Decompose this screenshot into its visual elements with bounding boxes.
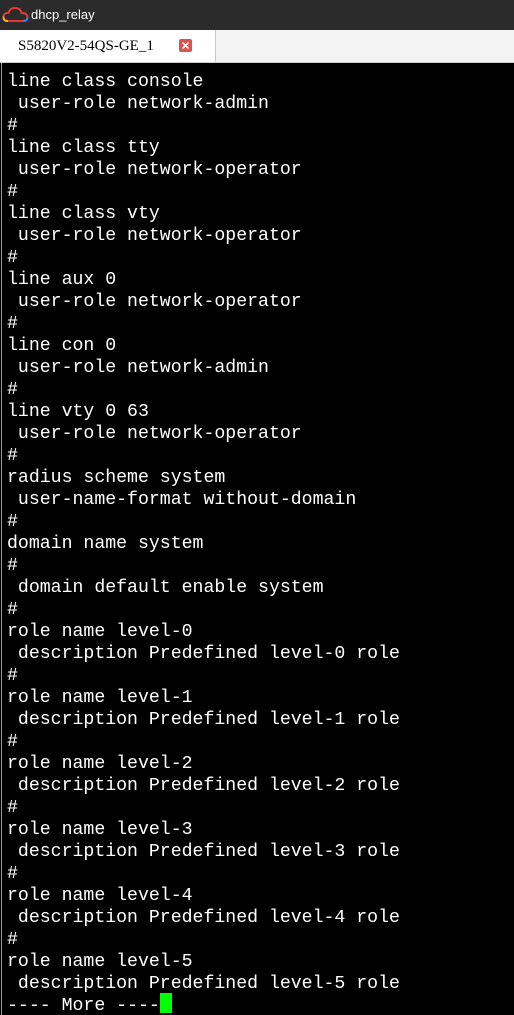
terminal-line: role name level-5: [7, 952, 193, 972]
terminal-line: line con 0: [7, 336, 117, 356]
terminal-line: role name level-4: [7, 886, 193, 906]
terminal-line: line aux 0: [7, 270, 117, 290]
terminal-window: dhcp_relay S5820V2-54QS-GE_1 line class …: [0, 0, 514, 1015]
title-bar: dhcp_relay: [0, 0, 514, 30]
terminal-line: radius scheme system: [7, 468, 226, 488]
terminal-line: user-role network-admin: [7, 94, 269, 114]
terminal-line: #: [7, 666, 18, 686]
more-prompt-line: ---- More ----: [7, 993, 172, 1015]
terminal-line: line vty 0 63: [7, 402, 149, 422]
terminal-line: #: [7, 864, 18, 884]
terminal-line: user-role network-admin: [7, 358, 269, 378]
window-title: dhcp_relay: [31, 7, 95, 22]
terminal-line: description Predefined level-0 role: [7, 644, 400, 664]
terminal-line: #: [7, 512, 18, 532]
more-prompt: ---- More ----: [7, 996, 160, 1015]
terminal-line: #: [7, 930, 18, 950]
terminal-line: description Predefined level-1 role: [7, 710, 400, 730]
terminal-line: #: [7, 116, 18, 136]
cloud-icon: [2, 5, 30, 25]
terminal-line: role name level-3: [7, 820, 193, 840]
terminal-line: role name level-1: [7, 688, 193, 708]
terminal-line: user-role network-operator: [7, 160, 302, 180]
terminal-line: line class tty: [7, 138, 160, 158]
terminal-output[interactable]: line class console user-role network-adm…: [1, 63, 513, 1015]
terminal-line: line class console: [7, 72, 204, 92]
tab-bar: S5820V2-54QS-GE_1: [0, 30, 514, 63]
terminal-line: description Predefined level-3 role: [7, 842, 400, 862]
terminal-line: #: [7, 446, 18, 466]
terminal-line: #: [7, 380, 18, 400]
terminal-line: #: [7, 798, 18, 818]
terminal-line: #: [7, 314, 18, 334]
terminal-line: user-role network-operator: [7, 292, 302, 312]
terminal-line: #: [7, 556, 18, 576]
close-tab-icon[interactable]: [179, 39, 192, 52]
terminal-line: domain default enable system: [7, 578, 324, 598]
terminal-line: description Predefined level-2 role: [7, 776, 400, 796]
terminal-line: #: [7, 248, 18, 268]
text-cursor: [159, 993, 172, 1013]
terminal-line: #: [7, 600, 18, 620]
terminal-lines: line class console user-role network-adm…: [7, 71, 400, 995]
terminal-line: description Predefined level-5 role: [7, 974, 400, 994]
terminal-line: role name level-2: [7, 754, 193, 774]
session-tab[interactable]: S5820V2-54QS-GE_1: [0, 30, 216, 62]
terminal-line: domain name system: [7, 534, 204, 554]
terminal-line: user-name-format without-domain: [7, 490, 357, 510]
terminal-line: line class vty: [7, 204, 160, 224]
terminal-line: user-role network-operator: [7, 424, 302, 444]
terminal-line: user-role network-operator: [7, 226, 302, 246]
session-tab-label: S5820V2-54QS-GE_1: [18, 38, 154, 54]
terminal-line: #: [7, 182, 18, 202]
terminal-line: #: [7, 732, 18, 752]
terminal-line: role name level-0: [7, 622, 193, 642]
terminal-line: description Predefined level-4 role: [7, 908, 400, 928]
